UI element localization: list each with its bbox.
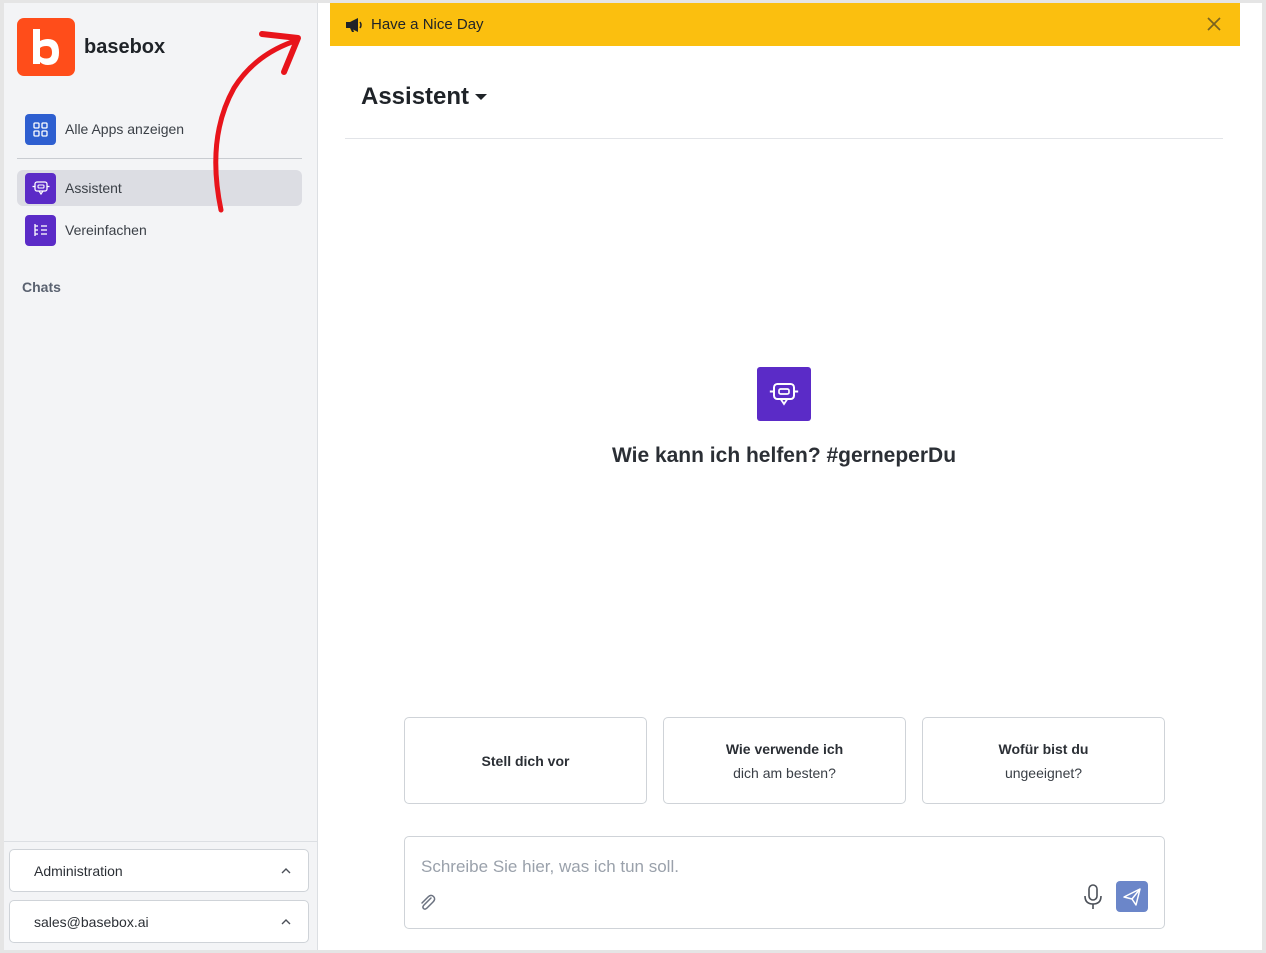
brand[interactable]: basebox <box>17 18 165 76</box>
chat-input-box <box>404 836 1165 929</box>
basebox-logo <box>17 18 75 76</box>
sidebar-item-assistent[interactable]: Assistent <box>17 170 302 206</box>
megaphone-icon <box>346 17 362 32</box>
chat-input[interactable] <box>421 857 1021 877</box>
sidebar-item-label: Assistent <box>65 180 122 196</box>
send-button[interactable] <box>1116 881 1148 912</box>
sidebar: basebox Alle Apps anzeigen Assistent Ver… <box>4 3 318 950</box>
close-icon[interactable] <box>1206 16 1222 32</box>
sidebar-item-label: Alle Apps anzeigen <box>65 121 185 137</box>
suggestion-subtext: ungeeignet? <box>1004 764 1083 781</box>
banner-text: Have a Nice Day <box>371 16 484 33</box>
welcome-heading: Wie kann ich helfen? #gerneperDu <box>611 444 957 467</box>
page-title: Assistent <box>361 83 470 110</box>
suggestion-text: Stell dich vor <box>481 752 570 769</box>
assistant-selector[interactable]: Assistent <box>361 83 488 111</box>
chevron-up-icon <box>281 918 291 924</box>
administration-button[interactable]: Administration <box>9 849 309 892</box>
sidebar-divider <box>17 158 302 159</box>
brand-name: basebox <box>84 35 166 58</box>
grid-icon <box>25 113 56 145</box>
sidebar-footer-divider <box>4 841 318 842</box>
sidebar-item-vereinfachen[interactable]: Vereinfachen <box>17 212 302 248</box>
caret-down-icon <box>475 94 488 100</box>
paperclip-icon[interactable] <box>417 892 437 912</box>
header-divider <box>345 138 1223 139</box>
microphone-icon[interactable] <box>1081 883 1105 911</box>
sidebar-item-alle-apps[interactable]: Alle Apps anzeigen <box>17 111 302 147</box>
administration-label: Administration <box>34 862 123 879</box>
app-window: basebox Alle Apps anzeigen Assistent Ver… <box>4 3 1262 950</box>
account-email: sales@basebox.ai <box>34 913 149 930</box>
logo-letter-icon <box>33 29 59 65</box>
suggestion-subtext: dich am besten? <box>733 764 836 781</box>
suggestion-card-stell-dich-vor[interactable]: Stell dich vor <box>404 717 647 804</box>
robot-icon <box>757 367 811 421</box>
suggestion-card-wofuer[interactable]: Wofür bist du ungeeignet? <box>922 717 1165 804</box>
suggestion-card-wie-verwende[interactable]: Wie verwende ich dich am besten? <box>663 717 906 804</box>
robot-icon <box>25 172 56 204</box>
paper-plane-icon <box>1123 887 1141 906</box>
suggestion-text: Wofür bist du <box>998 740 1089 757</box>
announcement-banner: Have a Nice Day <box>330 3 1240 46</box>
suggestion-text: Wie verwende ich <box>725 740 844 757</box>
chats-section-label: Chats <box>22 279 61 295</box>
account-button[interactable]: sales@basebox.ai <box>9 900 309 943</box>
sidebar-item-label: Vereinfachen <box>65 222 147 238</box>
list-indent-icon <box>25 214 56 246</box>
chevron-up-icon <box>281 867 291 873</box>
